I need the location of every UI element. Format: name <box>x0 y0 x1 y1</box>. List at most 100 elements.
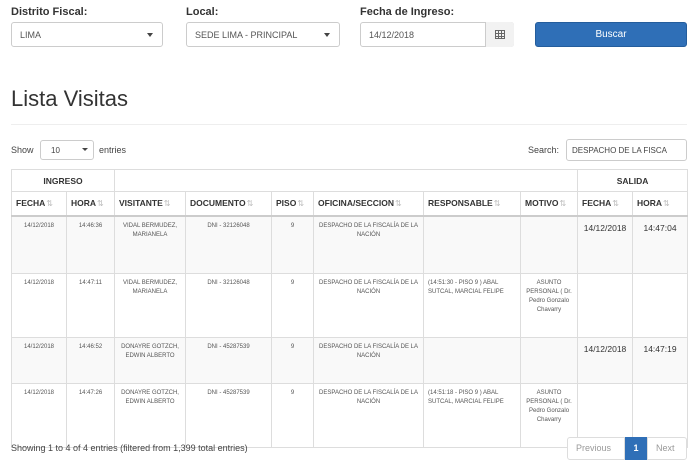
distrito-value: LIMA <box>20 30 42 40</box>
page-title: Lista Visitas <box>11 86 128 111</box>
cell-hora: 14:46:52 <box>65 337 116 384</box>
col-label: RESPONSABLE <box>428 198 493 209</box>
table-search-input[interactable]: DESPACHO DE LA FISCA <box>566 139 687 161</box>
sort-icon: ⇅ <box>559 199 567 209</box>
col-label: OFICINA/SECCION <box>318 198 395 209</box>
local-label: Local: <box>186 6 219 18</box>
cell-responsable: (14:51:30 - PISO 9 ) ABAL SUTCAL, MARCIA… <box>423 273 522 338</box>
col-label: MOTIVO <box>525 198 559 209</box>
cell-fecha: 14/12/2018 <box>11 383 67 448</box>
calendar-icon <box>495 30 505 39</box>
chevron-down-icon <box>147 33 153 37</box>
col-label: VISITANTE <box>119 198 163 209</box>
col-responsable[interactable]: RESPONSABLE⇅ <box>423 191 522 217</box>
previous-page-button[interactable]: Previous <box>567 437 625 460</box>
buscar-button[interactable]: Buscar <box>535 22 687 47</box>
col-motivo[interactable]: MOTIVO⇅ <box>520 191 579 217</box>
table-row[interactable]: 14/12/2018 14:46:36 VIDAL BERMUDEZ, MARI… <box>11 215 689 274</box>
title-divider <box>11 124 687 125</box>
table-info: Showing 1 to 4 of 4 entries (filtered fr… <box>11 443 248 453</box>
col-documento[interactable]: DOCUMENTO⇅ <box>185 191 273 217</box>
table-row[interactable]: 14/12/2018 14:47:11 VIDAL BERMUDEZ, MARI… <box>11 273 689 338</box>
distrito-label: Distrito Fiscal: <box>11 6 88 18</box>
group-header-ingreso: INGRESO <box>10 169 116 192</box>
cell-responsable <box>423 215 522 274</box>
cell-motivo <box>520 337 579 384</box>
cell-salida-fecha <box>577 273 634 338</box>
cell-hora: 14:46:36 <box>65 215 116 274</box>
col-label: HORA <box>637 198 663 209</box>
cell-motivo <box>520 215 579 274</box>
table-search-label: Search: <box>528 145 560 155</box>
page-length-select[interactable]: 10 <box>40 140 94 160</box>
fecha-ingreso-label: Fecha de Ingreso: <box>360 6 455 18</box>
group-header-spacer <box>114 169 579 192</box>
col-label: FECHA <box>582 198 612 209</box>
cell-salida-hora: 14:47:04 <box>632 215 689 274</box>
col-piso[interactable]: PISO⇅ <box>271 191 315 217</box>
col-label: HORA <box>71 198 97 209</box>
cell-visitante: VIDAL BERMUDEZ, MARIANELA <box>114 273 187 338</box>
table-row[interactable]: 14/12/2018 14:46:52 DONAYRE GOTZCH, EDWI… <box>11 337 689 384</box>
cell-oficina: DESPACHO DE LA FISCALÍA DE LA NACIÓN <box>313 273 425 338</box>
cell-responsable: (14:51:18 - PISO 9 ) ABAL SUTCAL, MARCIA… <box>423 383 522 448</box>
sort-icon: ⇅ <box>97 199 104 209</box>
col-fecha-ingreso[interactable]: FECHA⇅ <box>11 191 67 217</box>
sort-icon: ⇅ <box>612 199 619 209</box>
cell-responsable <box>423 337 522 384</box>
next-page-button[interactable]: Next <box>647 437 687 460</box>
cell-piso: 9 <box>271 383 315 448</box>
sort-icon: ⇅ <box>493 199 501 209</box>
cell-salida-hora <box>632 273 689 338</box>
cell-documento: DNI - 45287539 <box>185 337 273 384</box>
cell-hora: 14:47:26 <box>65 383 116 448</box>
local-select[interactable]: SEDE LIMA - PRINCIPAL <box>186 22 340 47</box>
sort-icon: ⇅ <box>246 199 254 209</box>
cell-fecha: 14/12/2018 <box>11 337 67 384</box>
cell-oficina: DESPACHO DE LA FISCALÍA DE LA NACIÓN <box>313 215 425 274</box>
show-label: Show <box>11 145 34 155</box>
pagination: Previous 1 Next <box>567 437 687 460</box>
cell-fecha: 14/12/2018 <box>11 215 67 274</box>
cell-salida-hora: 14:47:19 <box>632 337 689 384</box>
cell-hora: 14:47:11 <box>65 273 116 338</box>
cell-visitante: VIDAL BERMUDEZ, MARIANELA <box>114 215 187 274</box>
cell-piso: 9 <box>271 337 315 384</box>
cell-salida-fecha: 14/12/2018 <box>577 337 634 384</box>
sort-icon: ⇅ <box>297 199 305 209</box>
col-oficina[interactable]: OFICINA/SECCION⇅ <box>313 191 425 217</box>
col-hora-ingreso[interactable]: HORA⇅ <box>65 191 116 217</box>
calendar-button[interactable] <box>485 22 514 47</box>
chevron-down-icon <box>82 148 88 151</box>
cell-documento: DNI - 45287539 <box>185 383 273 448</box>
group-header-salida: SALIDA <box>577 169 689 192</box>
col-hora-salida[interactable]: HORA⇅ <box>632 191 689 217</box>
cell-documento: DNI - 32126048 <box>185 273 273 338</box>
chevron-down-icon <box>324 33 330 37</box>
page-1-button[interactable]: 1 <box>625 437 647 460</box>
cell-motivo: ASUNTO PERSONAL ( Dr. Pedro Gonzalo Chav… <box>520 273 579 338</box>
col-visitante[interactable]: VISITANTE⇅ <box>114 191 187 217</box>
sort-icon: ⇅ <box>46 199 53 209</box>
sort-icon: ⇅ <box>395 199 402 209</box>
cell-piso: 9 <box>271 215 315 274</box>
cell-oficina: DESPACHO DE LA FISCALÍA DE LA NACIÓN <box>313 383 425 448</box>
cell-oficina: DESPACHO DE LA FISCALÍA DE LA NACIÓN <box>313 337 425 384</box>
col-label: PISO <box>276 198 297 209</box>
sort-icon: ⇅ <box>663 199 670 209</box>
col-label: FECHA <box>16 198 46 209</box>
sort-icon: ⇅ <box>163 199 171 209</box>
cell-piso: 9 <box>271 273 315 338</box>
distrito-select[interactable]: LIMA <box>11 22 163 47</box>
col-fecha-salida[interactable]: FECHA⇅ <box>577 191 634 217</box>
col-label: DOCUMENTO <box>190 198 246 209</box>
cell-salida-fecha: 14/12/2018 <box>577 215 634 274</box>
cell-visitante: DONAYRE GOTZCH, EDWIN ALBERTO <box>114 383 187 448</box>
cell-documento: DNI - 32126048 <box>185 215 273 274</box>
visitas-table: INGRESO SALIDA FECHA⇅ HORA⇅ VISITANTE⇅ D… <box>10 169 689 448</box>
entries-label: entries <box>99 145 127 155</box>
cell-fecha: 14/12/2018 <box>11 273 67 338</box>
page-length-value: 10 <box>51 146 60 155</box>
local-value: SEDE LIMA - PRINCIPAL <box>195 30 298 40</box>
cell-visitante: DONAYRE GOTZCH, EDWIN ALBERTO <box>114 337 187 384</box>
